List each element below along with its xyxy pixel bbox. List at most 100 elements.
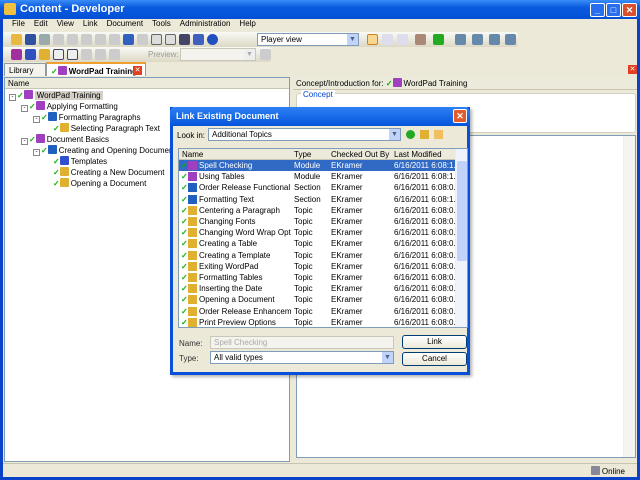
close-document-icon[interactable]: ✕	[628, 65, 637, 74]
outline-item[interactable]: - ✓ Creating and Opening Documents	[33, 145, 180, 156]
outline-item[interactable]: ✓ Selecting Paragraph Text	[45, 123, 160, 133]
move-down-icon[interactable]	[109, 49, 120, 60]
collapse-icon[interactable]: -	[33, 149, 40, 156]
layout-3-icon[interactable]	[397, 34, 408, 45]
menu-document[interactable]: Document	[107, 19, 143, 28]
row-type: Topic	[294, 295, 313, 305]
cancel-button[interactable]: Cancel	[402, 352, 467, 366]
delete-icon[interactable]	[95, 34, 106, 45]
paste-icon[interactable]	[81, 34, 92, 45]
copy-icon[interactable]	[67, 34, 78, 45]
view-select[interactable]: Player view ▼	[257, 33, 359, 46]
list-item[interactable]: ✓ Changing Fonts Topic EKramer 6/16/2011 6:0…	[179, 216, 460, 227]
layout-1-icon[interactable]	[367, 34, 378, 45]
checkmark-icon: ✓	[181, 250, 188, 260]
expand-icon[interactable]	[151, 34, 162, 45]
list-item[interactable]: ✓ Formatting Text Section EKramer 6/16/2011 …	[179, 194, 460, 205]
collapse-icon[interactable]: -	[33, 116, 40, 123]
collapse-icon[interactable]	[165, 34, 176, 45]
outline-item[interactable]: - ✓ Document Basics	[21, 134, 109, 145]
menu-file[interactable]: File	[12, 19, 25, 28]
maximize-button[interactable]: □	[606, 3, 621, 17]
help-icon[interactable]	[207, 34, 218, 45]
menu-help[interactable]: Help	[239, 19, 255, 28]
new-section-icon[interactable]	[25, 49, 36, 60]
spelling-icon[interactable]	[193, 34, 204, 45]
column-header-name[interactable]: Name	[5, 78, 289, 89]
tab-library[interactable]: Library	[4, 63, 46, 76]
list-item[interactable]: ✓ Changing Word Wrap OptionsTopic EKramer 6…	[179, 227, 460, 238]
list-scrollbar[interactable]	[455, 149, 467, 327]
check-in-icon[interactable]	[455, 34, 466, 45]
outline-item[interactable]: ✓ Templates	[45, 156, 107, 166]
list-item[interactable]: ✓ Spell Checking Module EKramer 6/16/2011 6:…	[179, 160, 460, 171]
outline-item[interactable]: ✓ Creating a New Document	[45, 167, 165, 177]
scrollbar-thumb[interactable]	[457, 161, 467, 261]
name-field[interactable]: Spell Checking	[210, 336, 394, 349]
checkmark-icon: ✓	[181, 183, 188, 193]
menu-view[interactable]: View	[57, 19, 74, 28]
undo-icon[interactable]	[123, 34, 134, 45]
list-item[interactable]: ✓ Exiting WordPad Topic EKramer 6/16/2011 6:…	[179, 261, 460, 272]
list-item[interactable]: ✓ Formatting Tables Topic EKramer 6/16/2011 …	[179, 272, 460, 283]
list-item[interactable]: ✓ Order Release Functional O...Section EKr…	[179, 182, 460, 193]
look-in-select[interactable]: Additional Topics ▼	[208, 128, 401, 141]
menu-tools[interactable]: Tools	[152, 19, 171, 28]
preview-select[interactable]: ▼	[180, 48, 256, 61]
move-up-icon[interactable]	[95, 49, 106, 60]
redo-icon[interactable]	[137, 34, 148, 45]
new-topic-icon[interactable]	[39, 49, 50, 60]
check-out-icon[interactable]	[472, 34, 483, 45]
new-question-icon[interactable]	[53, 49, 64, 60]
minimize-button[interactable]: _	[590, 3, 605, 17]
list-item[interactable]: ✓ Creating a Table Topic EKramer 6/16/2011 6…	[179, 238, 460, 249]
open-icon[interactable]	[11, 34, 22, 45]
dialog-close-button[interactable]: ✕	[453, 109, 467, 123]
new-module-icon[interactable]	[11, 49, 22, 60]
cut-icon[interactable]	[53, 34, 64, 45]
column-name[interactable]: Name	[182, 150, 203, 159]
list-item[interactable]: ✓ Inserting the Date Topic EKramer 6/16/2011…	[179, 283, 460, 294]
preview-go-icon[interactable]	[260, 49, 271, 60]
collapse-icon[interactable]: -	[21, 138, 28, 145]
find-icon[interactable]	[179, 34, 190, 45]
link-button[interactable]: Link	[402, 335, 467, 349]
list-item[interactable]: ✓ Order Release EnhancementsTopic EKramer 6…	[179, 306, 460, 317]
layout-2-icon[interactable]	[382, 34, 393, 45]
menu-administration[interactable]: Administration	[180, 19, 231, 28]
list-item[interactable]: ✓ Centering a Paragraph Topic EKramer 6/16/2…	[179, 205, 460, 216]
close-tab-icon[interactable]: ✕	[133, 66, 142, 75]
question-dropdown-icon[interactable]	[67, 49, 78, 60]
outline-item[interactable]: ✓ Opening a Document	[45, 178, 146, 188]
print-preview-icon[interactable]	[39, 34, 50, 45]
outline-item[interactable]: - ✓ WordPad Training	[9, 90, 103, 101]
tab-wordpad-training[interactable]: ✓ WordPad Training ✕	[46, 62, 146, 76]
publish-icon[interactable]	[415, 34, 426, 45]
collapse-icon[interactable]: -	[21, 105, 28, 112]
menu-link[interactable]: Link	[83, 19, 98, 28]
collapse-icon[interactable]: -	[9, 94, 16, 101]
properties-icon[interactable]	[109, 34, 120, 45]
properties-icon[interactable]	[505, 34, 516, 45]
type-select[interactable]: All valid types ▼	[210, 351, 394, 364]
column-checked-out-by[interactable]: Checked Out By	[331, 150, 389, 159]
undo-checkout-icon[interactable]	[489, 34, 500, 45]
list-item[interactable]: ✓ Print Preview Options Topic EKramer 6/16/2…	[179, 317, 460, 328]
concept-scrollbar[interactable]	[623, 136, 635, 457]
list-item[interactable]: ✓ Using Tables Module EKramer 6/16/2011 6:08…	[179, 171, 460, 182]
up-folder-icon[interactable]	[420, 130, 429, 139]
list-item[interactable]: ✓ Creating a Template Topic EKramer 6/16/201…	[179, 250, 460, 261]
back-icon[interactable]	[406, 130, 415, 139]
outline-item[interactable]: - ✓ Applying Formatting	[21, 101, 118, 112]
refresh-icon[interactable]	[433, 34, 444, 45]
new-folder-icon[interactable]	[434, 130, 443, 139]
row-name: Centering a Paragraph	[199, 205, 280, 215]
menu-edit[interactable]: Edit	[34, 19, 48, 28]
link-icon[interactable]	[81, 49, 92, 60]
save-icon[interactable]	[25, 34, 36, 45]
outline-item[interactable]: - ✓ Formatting Paragraphs	[33, 112, 141, 123]
list-item[interactable]: ✓ Opening a Document Topic EKramer 6/16/2011…	[179, 294, 460, 305]
row-name: Inserting the Date	[199, 284, 263, 294]
close-button[interactable]: ✕	[622, 3, 637, 17]
column-type[interactable]: Type	[294, 150, 311, 159]
